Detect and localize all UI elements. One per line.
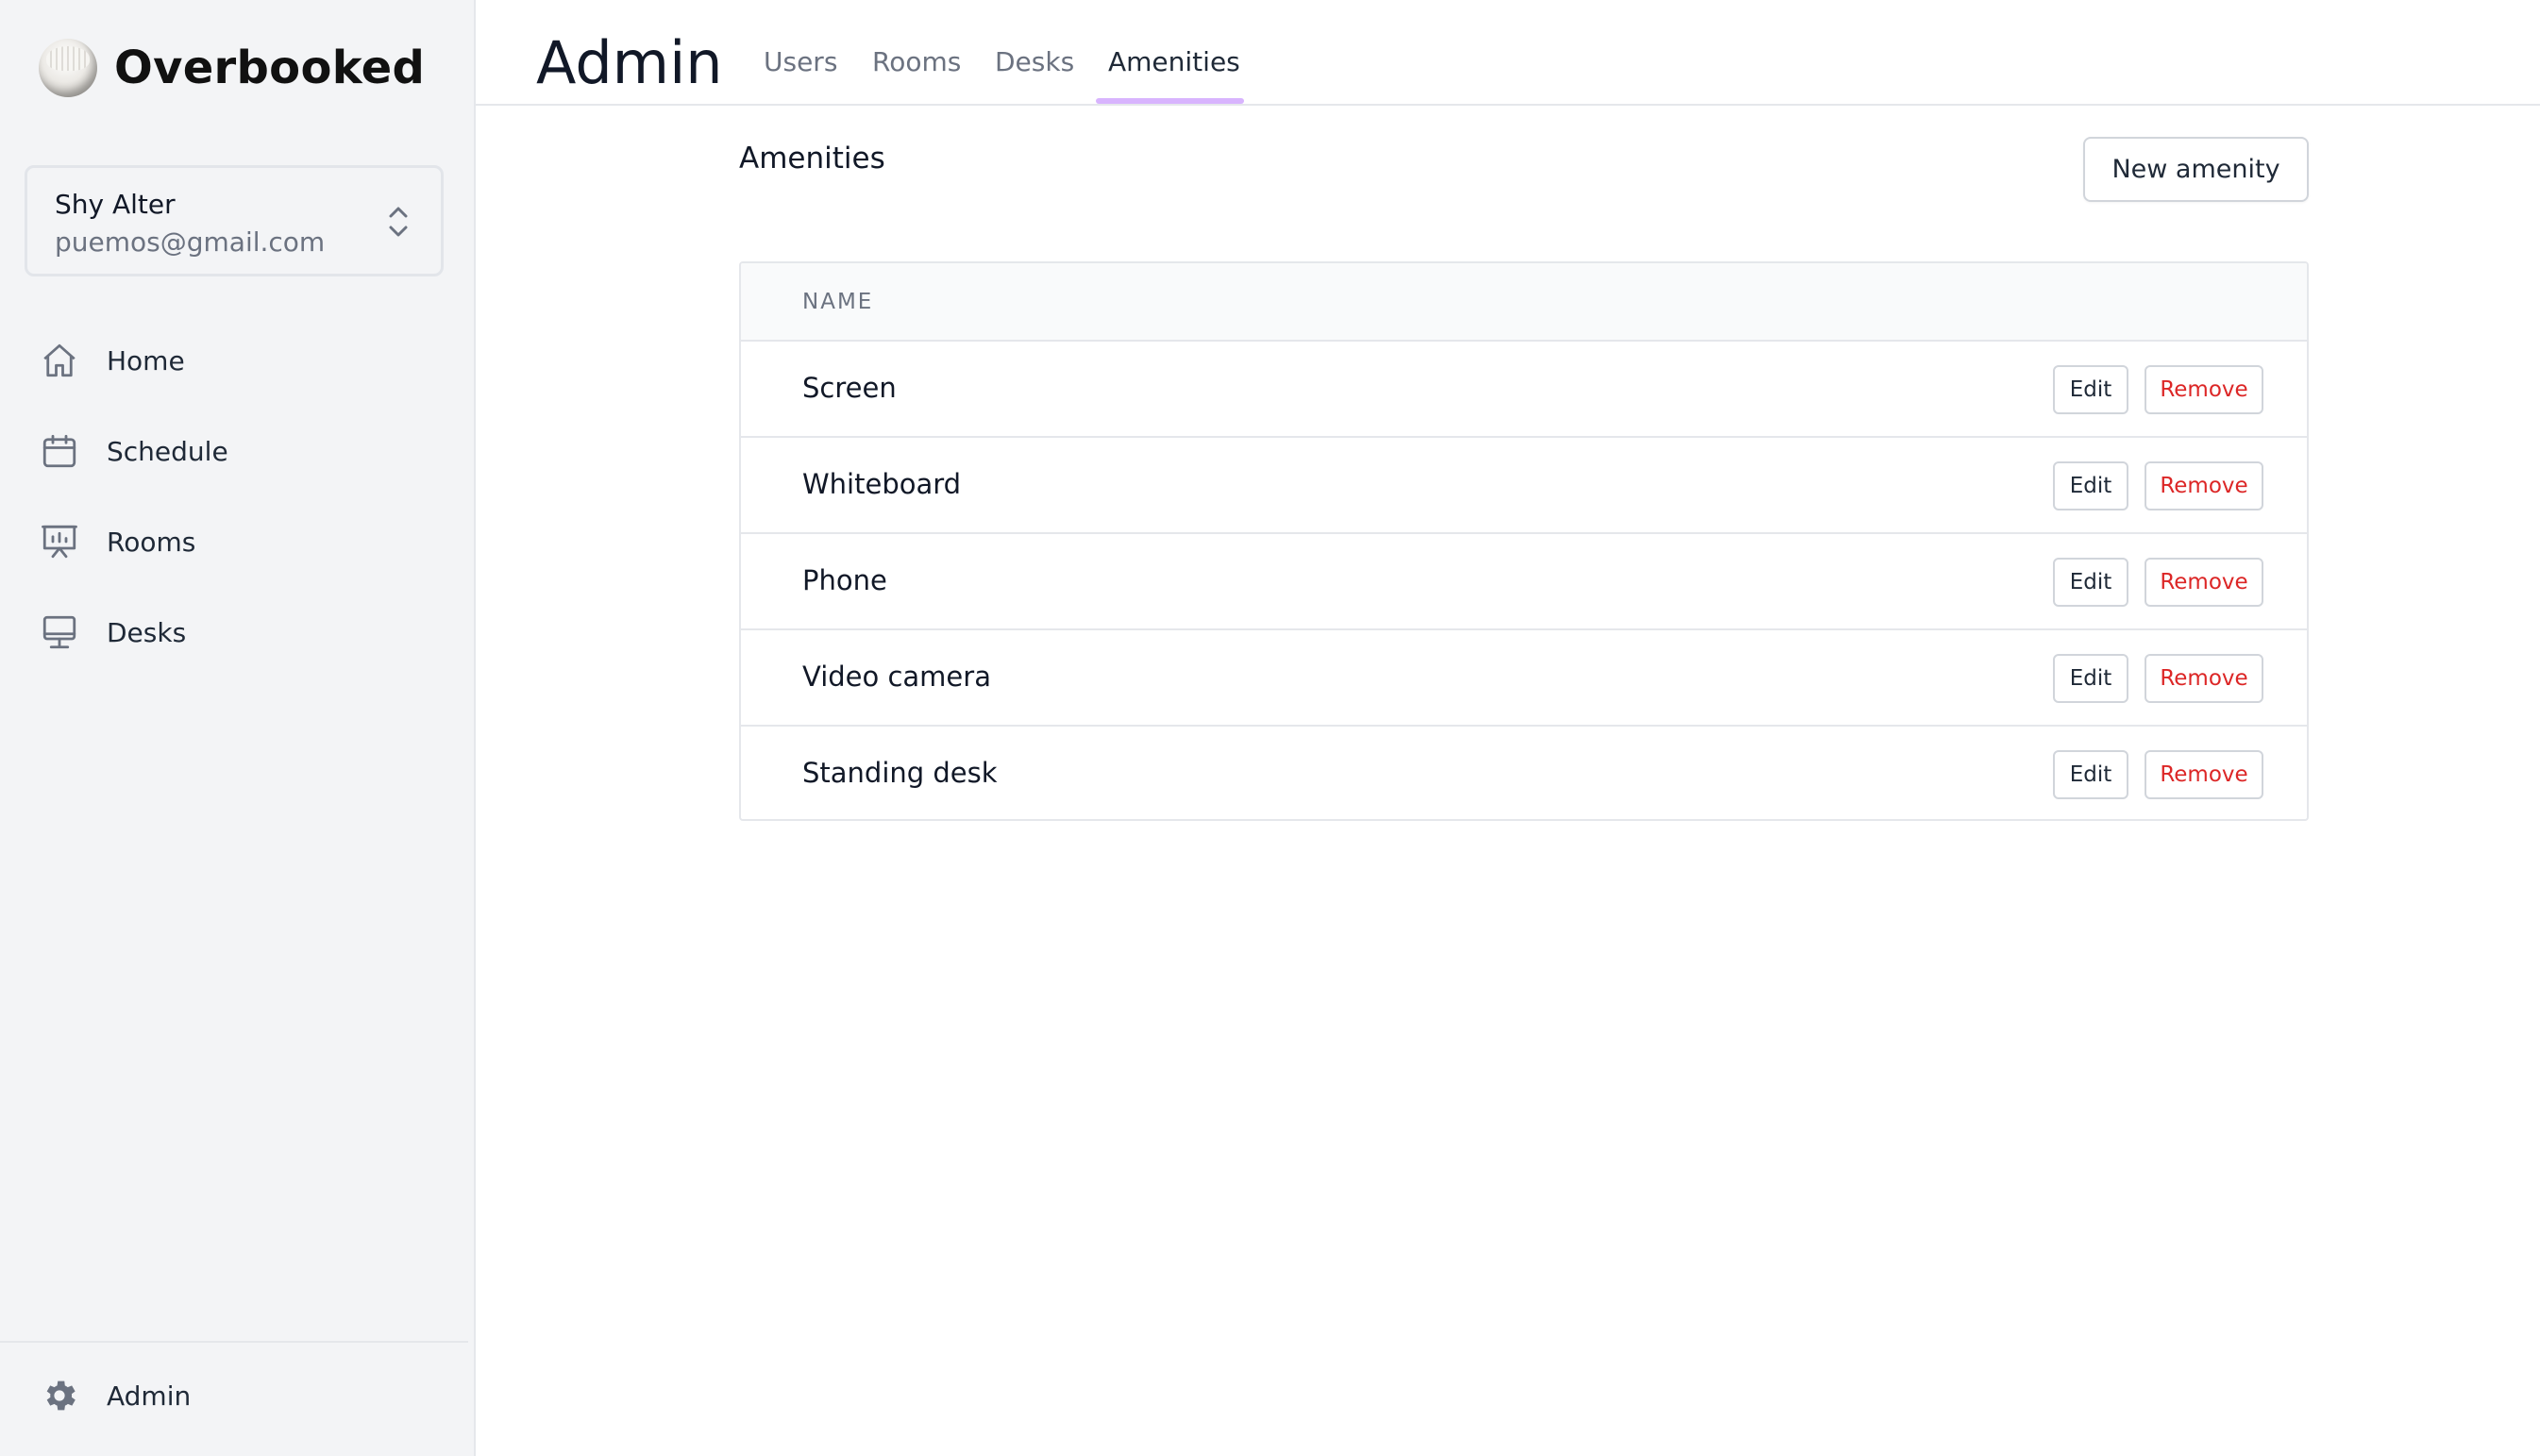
edit-button[interactable]: Edit xyxy=(2053,365,2128,414)
sidebar: Overbooked Shy Alter puemos@gmail.com Ho… xyxy=(0,0,476,1456)
page-title: Admin xyxy=(536,28,723,97)
edit-button[interactable]: Edit xyxy=(2053,654,2128,703)
brand-logo xyxy=(39,39,97,97)
amenity-name: Video camera xyxy=(802,661,991,693)
tab-desks[interactable]: Desks xyxy=(995,43,1074,81)
tab-users[interactable]: Users xyxy=(764,43,837,81)
presentation-icon xyxy=(38,520,81,563)
brand-name: Overbooked xyxy=(114,42,426,94)
sidebar-item-home[interactable]: Home xyxy=(38,335,444,386)
active-tab-indicator xyxy=(1096,98,1244,104)
amenity-name: Screen xyxy=(802,372,897,404)
table-row: Phone Edit Remove xyxy=(741,534,2307,630)
table-header: NAME xyxy=(741,263,2307,342)
edit-button[interactable]: Edit xyxy=(2053,750,2128,799)
edit-button[interactable]: Edit xyxy=(2053,461,2128,510)
remove-button[interactable]: Remove xyxy=(2145,750,2263,799)
remove-button[interactable]: Remove xyxy=(2145,558,2263,607)
section-title: Amenities xyxy=(739,142,885,176)
amenity-name: Phone xyxy=(802,564,887,596)
calendar-icon xyxy=(38,429,81,473)
amenities-table: NAME Screen Edit Remove Whiteboard Edit … xyxy=(739,261,2309,821)
sidebar-item-label: Rooms xyxy=(107,526,196,558)
sidebar-item-label: Home xyxy=(107,344,185,377)
user-email: puemos@gmail.com xyxy=(55,226,326,258)
gear-icon xyxy=(38,1374,81,1417)
new-amenity-button[interactable]: New amenity xyxy=(2083,137,2309,202)
remove-button[interactable]: Remove xyxy=(2145,654,2263,703)
remove-button[interactable]: Remove xyxy=(2145,365,2263,414)
table-row: Screen Edit Remove xyxy=(741,342,2307,438)
table-row: Standing desk Edit Remove xyxy=(741,727,2307,819)
sidebar-item-label: Desks xyxy=(107,616,187,648)
sidebar-divider xyxy=(0,1341,468,1343)
sidebar-item-label: Schedule xyxy=(107,435,228,467)
sidebar-item-desks[interactable]: Desks xyxy=(38,607,444,658)
amenity-name: Whiteboard xyxy=(802,468,962,500)
desk-icon xyxy=(38,611,81,654)
sidebar-item-admin[interactable]: Admin xyxy=(38,1370,191,1421)
table-row: Whiteboard Edit Remove xyxy=(741,438,2307,534)
amenity-name: Standing desk xyxy=(802,757,998,789)
home-icon xyxy=(38,339,81,382)
edit-button[interactable]: Edit xyxy=(2053,558,2128,607)
tab-amenities[interactable]: Amenities xyxy=(1108,43,1240,81)
sidebar-item-label: Admin xyxy=(107,1380,192,1412)
table-row: Video camera Edit Remove xyxy=(741,630,2307,727)
page-header: Admin Users Rooms Desks Amenities xyxy=(476,0,2540,106)
user-switcher[interactable]: Shy Alter puemos@gmail.com xyxy=(25,165,444,276)
chevron-up-down-icon xyxy=(389,207,408,237)
sidebar-item-schedule[interactable]: Schedule xyxy=(38,426,444,477)
app-window: Overbooked Shy Alter puemos@gmail.com Ho… xyxy=(0,0,2540,1456)
column-header-name: NAME xyxy=(802,290,874,314)
brand[interactable]: Overbooked xyxy=(39,38,425,98)
user-name: Shy Alter xyxy=(55,189,176,220)
sidebar-item-rooms[interactable]: Rooms xyxy=(38,516,444,567)
remove-button[interactable]: Remove xyxy=(2145,461,2263,510)
tab-rooms[interactable]: Rooms xyxy=(872,43,961,81)
